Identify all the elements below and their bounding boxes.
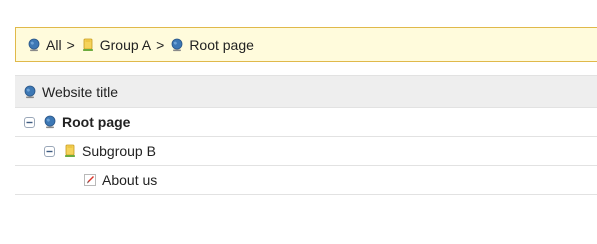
globe-icon [27, 38, 41, 52]
page: All > Group A > Root page Website title … [0, 0, 597, 244]
page-tree: Website title Root page Subgroup B About… [15, 75, 597, 195]
tree-row-label: Subgroup B [82, 143, 156, 159]
globe-icon [170, 38, 184, 52]
tree-header-label: Website title [42, 83, 118, 100]
breadcrumb: All > Group A > Root page [15, 27, 597, 62]
page-edit-icon [83, 173, 97, 187]
tree-row-root-page[interactable]: Root page [15, 108, 597, 137]
breadcrumb-item-group-a[interactable]: Group A [81, 37, 151, 53]
collapse-icon[interactable] [44, 145, 55, 157]
breadcrumb-label: All [46, 36, 62, 53]
breadcrumb-item-all[interactable]: All [27, 37, 62, 53]
folder-icon [63, 144, 77, 158]
breadcrumb-separator: > [66, 36, 75, 53]
globe-icon [43, 115, 57, 129]
breadcrumb-label: Group A [99, 36, 152, 53]
breadcrumb-separator: > [156, 36, 165, 53]
tree-row-subgroup-b[interactable]: Subgroup B [15, 137, 597, 166]
folder-icon [81, 38, 95, 52]
tree-row-about-us[interactable]: About us [15, 166, 597, 195]
breadcrumb-item-root-page[interactable]: Root page [170, 37, 254, 53]
globe-icon [23, 85, 37, 99]
collapse-icon[interactable] [24, 116, 35, 128]
breadcrumb-label: Root page [189, 36, 254, 53]
tree-row-label: About us [102, 172, 158, 188]
tree-header-website[interactable]: Website title [15, 76, 597, 108]
tree-row-label: Root page [62, 114, 131, 130]
